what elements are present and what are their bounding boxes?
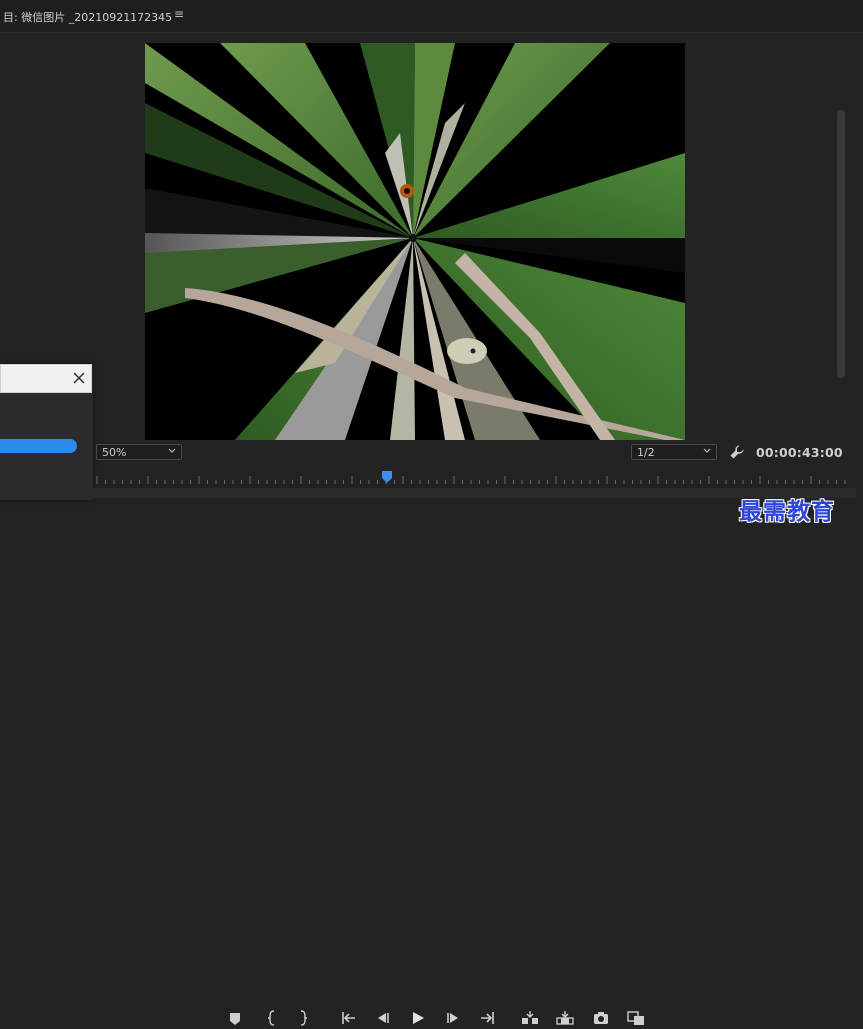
hamburger-menu-icon[interactable]: ≡: [174, 7, 184, 21]
step-back-icon[interactable]: [373, 1007, 393, 1029]
progress-bar: [0, 439, 77, 453]
add-marker-icon[interactable]: [225, 1007, 245, 1029]
mark-in-icon[interactable]: [262, 1007, 282, 1029]
program-monitor-title[interactable]: 目: 微信图片 _20210921172345: [3, 9, 172, 25]
dialog-header: [0, 364, 92, 393]
zoom-level-value: 50%: [102, 446, 127, 459]
playhead-marker[interactable]: [382, 471, 392, 483]
close-icon[interactable]: [71, 370, 87, 386]
go-to-in-icon[interactable]: [339, 1007, 359, 1029]
chevron-down-icon: [703, 448, 711, 453]
panel-header: 目: 微信图片 _20210921172345 ≡: [0, 0, 863, 33]
time-ruler-ticks: [96, 476, 846, 484]
step-forward-icon[interactable]: [443, 1007, 463, 1029]
compare-view-icon[interactable]: [626, 1007, 646, 1029]
brand-watermark: 最需教育: [739, 498, 835, 525]
mark-out-icon[interactable]: [293, 1007, 313, 1029]
playhead-timecode[interactable]: 00:00:43:00: [756, 445, 843, 460]
transport-controls: [0, 502, 863, 1026]
export-frame-icon[interactable]: [591, 1007, 611, 1029]
chevron-down-icon: [168, 448, 176, 453]
play-icon[interactable]: [408, 1007, 428, 1029]
zoom-level-select[interactable]: 50%: [96, 444, 182, 460]
vertical-scrollbar[interactable]: [837, 110, 845, 378]
video-preview: [145, 43, 685, 440]
wrench-settings-icon[interactable]: [729, 444, 745, 460]
go-to-out-icon[interactable]: [477, 1007, 497, 1029]
playback-resolution-select[interactable]: 1/2: [631, 444, 717, 460]
playback-resolution-value: 1/2: [637, 446, 655, 459]
insert-icon[interactable]: [520, 1007, 540, 1029]
export-progress-dialog: [0, 364, 93, 500]
overwrite-icon[interactable]: [555, 1007, 575, 1029]
